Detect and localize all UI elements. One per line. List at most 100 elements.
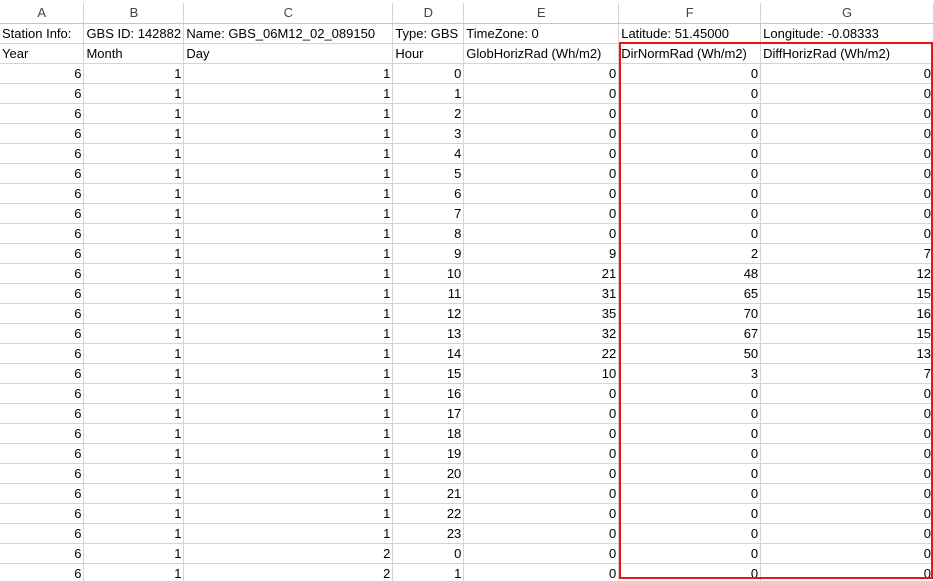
- cell-hour[interactable]: 8: [392, 223, 465, 244]
- cell-diff-horiz-rad[interactable]: 0: [760, 463, 934, 484]
- cell-day[interactable]: 1: [183, 143, 394, 164]
- cell-field-hour[interactable]: Hour: [392, 43, 465, 64]
- cell-field-day[interactable]: Day: [183, 43, 394, 64]
- cell-year[interactable]: 6: [0, 263, 85, 284]
- cell-field-dir-norm-rad[interactable]: DirNormRad (Wh/m2): [618, 43, 762, 64]
- cell-diff-horiz-rad[interactable]: 0: [760, 523, 934, 544]
- cell-month[interactable]: 1: [83, 263, 185, 284]
- cell-year[interactable]: 6: [0, 343, 85, 364]
- cell-diff-horiz-rad[interactable]: 0: [760, 443, 934, 464]
- cell-diff-horiz-rad[interactable]: 0: [760, 483, 934, 504]
- cell-glob-horiz-rad[interactable]: 0: [463, 403, 620, 424]
- cell-year[interactable]: 6: [0, 523, 85, 544]
- cell-day[interactable]: 1: [183, 203, 394, 224]
- cell-glob-horiz-rad[interactable]: 0: [463, 223, 620, 244]
- cell-year[interactable]: 6: [0, 103, 85, 124]
- cell-dir-norm-rad[interactable]: 48: [618, 263, 762, 284]
- cell-month[interactable]: 1: [83, 143, 185, 164]
- cell-month[interactable]: 1: [83, 323, 185, 344]
- cell-day[interactable]: 1: [183, 363, 394, 384]
- cell-field-year[interactable]: Year: [0, 43, 85, 64]
- cell-field-glob-horiz-rad[interactable]: GlobHorizRad (Wh/m2): [463, 43, 620, 64]
- cell-month[interactable]: 1: [83, 283, 185, 304]
- cell-day[interactable]: 1: [183, 423, 394, 444]
- cell-dir-norm-rad[interactable]: 0: [618, 63, 762, 84]
- cell-month[interactable]: 1: [83, 303, 185, 324]
- cell-diff-horiz-rad[interactable]: 13: [760, 343, 934, 364]
- cell-day[interactable]: 1: [183, 223, 394, 244]
- cell-year[interactable]: 6: [0, 483, 85, 504]
- cell-year[interactable]: 6: [0, 463, 85, 484]
- cell-dir-norm-rad[interactable]: 0: [618, 203, 762, 224]
- cell-timezone[interactable]: TimeZone: 0: [463, 23, 620, 44]
- cell-dir-norm-rad[interactable]: 0: [618, 83, 762, 104]
- cell-year[interactable]: 6: [0, 143, 85, 164]
- cell-hour[interactable]: 23: [392, 523, 465, 544]
- cell-diff-horiz-rad[interactable]: 0: [760, 403, 934, 424]
- cell-dir-norm-rad[interactable]: 0: [618, 103, 762, 124]
- cell-day[interactable]: 1: [183, 463, 394, 484]
- cell-month[interactable]: 1: [83, 123, 185, 144]
- cell-month[interactable]: 1: [83, 523, 185, 544]
- cell-year[interactable]: 6: [0, 403, 85, 424]
- cell-dir-norm-rad[interactable]: 0: [618, 443, 762, 464]
- cell-hour[interactable]: 14: [392, 343, 465, 364]
- cell-diff-horiz-rad[interactable]: 0: [760, 423, 934, 444]
- cell-hour[interactable]: 13: [392, 323, 465, 344]
- cell-diff-horiz-rad[interactable]: 0: [760, 103, 934, 124]
- cell-dir-norm-rad[interactable]: 0: [618, 563, 762, 581]
- cell-glob-horiz-rad[interactable]: 0: [463, 543, 620, 564]
- cell-hour[interactable]: 11: [392, 283, 465, 304]
- cell-day[interactable]: 1: [183, 523, 394, 544]
- cell-year[interactable]: 6: [0, 183, 85, 204]
- cell-year[interactable]: 6: [0, 303, 85, 324]
- cell-day[interactable]: 2: [183, 543, 394, 564]
- cell-year[interactable]: 6: [0, 283, 85, 304]
- cell-month[interactable]: 1: [83, 483, 185, 504]
- cell-glob-horiz-rad[interactable]: 21: [463, 263, 620, 284]
- cell-diff-horiz-rad[interactable]: 0: [760, 503, 934, 524]
- cell-dir-norm-rad[interactable]: 0: [618, 463, 762, 484]
- cell-glob-horiz-rad[interactable]: 0: [463, 123, 620, 144]
- cell-station-name[interactable]: Name: GBS_06M12_02_089150: [183, 23, 394, 44]
- cell-glob-horiz-rad[interactable]: 22: [463, 343, 620, 364]
- cell-month[interactable]: 1: [83, 163, 185, 184]
- column-header-a[interactable]: A: [0, 3, 85, 24]
- cell-dir-norm-rad[interactable]: 70: [618, 303, 762, 324]
- cell-glob-horiz-rad[interactable]: 31: [463, 283, 620, 304]
- cell-day[interactable]: 1: [183, 383, 394, 404]
- cell-hour[interactable]: 3: [392, 123, 465, 144]
- cell-hour[interactable]: 15: [392, 363, 465, 384]
- cell-day[interactable]: 1: [183, 343, 394, 364]
- column-header-d[interactable]: D: [392, 3, 465, 24]
- cell-glob-horiz-rad[interactable]: 0: [463, 143, 620, 164]
- cell-hour[interactable]: 21: [392, 483, 465, 504]
- cell-dir-norm-rad[interactable]: 0: [618, 383, 762, 404]
- cell-year[interactable]: 6: [0, 323, 85, 344]
- cell-dir-norm-rad[interactable]: 3: [618, 363, 762, 384]
- cell-month[interactable]: 1: [83, 403, 185, 424]
- cell-day[interactable]: 1: [183, 303, 394, 324]
- cell-hour[interactable]: 12: [392, 303, 465, 324]
- cell-hour[interactable]: 7: [392, 203, 465, 224]
- cell-glob-horiz-rad[interactable]: 0: [463, 183, 620, 204]
- cell-gbs-id[interactable]: GBS ID: 142882: [83, 23, 185, 44]
- cell-diff-horiz-rad[interactable]: 0: [760, 123, 934, 144]
- cell-glob-horiz-rad[interactable]: 0: [463, 383, 620, 404]
- cell-day[interactable]: 1: [183, 103, 394, 124]
- cell-glob-horiz-rad[interactable]: 0: [463, 483, 620, 504]
- cell-hour[interactable]: 6: [392, 183, 465, 204]
- cell-diff-horiz-rad[interactable]: 0: [760, 143, 934, 164]
- cell-dir-norm-rad[interactable]: 0: [618, 423, 762, 444]
- cell-diff-horiz-rad[interactable]: 0: [760, 163, 934, 184]
- cell-glob-horiz-rad[interactable]: 9: [463, 243, 620, 264]
- column-header-c[interactable]: C: [183, 3, 394, 24]
- cell-glob-horiz-rad[interactable]: 0: [463, 103, 620, 124]
- cell-year[interactable]: 6: [0, 123, 85, 144]
- cell-dir-norm-rad[interactable]: 0: [618, 503, 762, 524]
- cell-station-type[interactable]: Type: GBS: [392, 23, 465, 44]
- cell-month[interactable]: 1: [83, 83, 185, 104]
- cell-day[interactable]: 1: [183, 403, 394, 424]
- cell-glob-horiz-rad[interactable]: 0: [463, 503, 620, 524]
- cell-diff-horiz-rad[interactable]: 0: [760, 383, 934, 404]
